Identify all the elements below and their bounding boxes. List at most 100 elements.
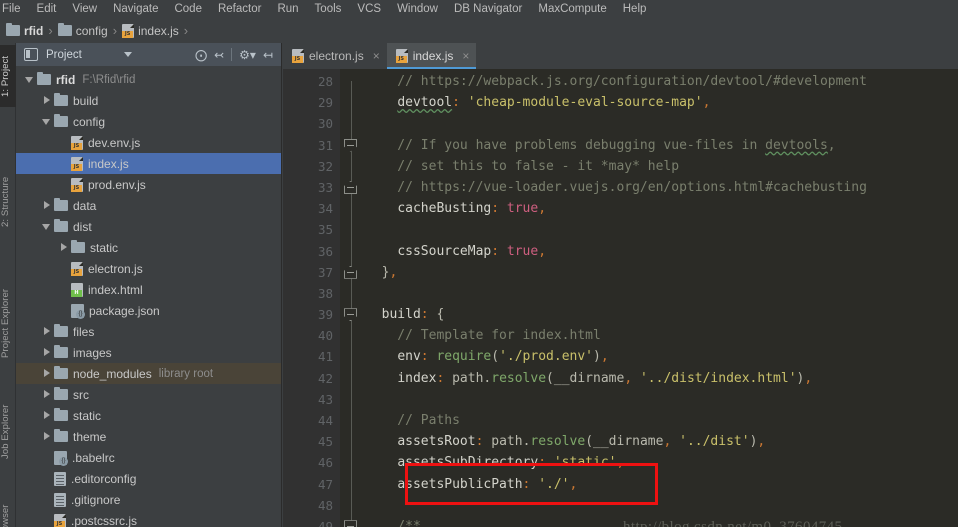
- code-token: cacheBusting: [397, 201, 492, 217]
- tree-node-electron-js[interactable]: electron.js: [16, 258, 281, 279]
- chevron-right-icon[interactable]: [41, 410, 52, 421]
- hide-icon[interactable]: ↤: [263, 49, 273, 61]
- code-line: assetsPublicPath: './',: [362, 474, 958, 495]
- chevron-right-icon[interactable]: [41, 326, 52, 337]
- chevron-down-icon[interactable]: [41, 221, 52, 232]
- tool-window-tab-2-structure[interactable]: 2: Structure: [0, 161, 16, 243]
- menu-item-vcs[interactable]: VCS: [349, 0, 389, 18]
- tree-node-dev-env-js[interactable]: dev.env.js: [16, 132, 281, 153]
- menu-item-code[interactable]: Code: [166, 0, 210, 18]
- watermark-text: http://blog.csdn.net/m0_37604745: [623, 519, 843, 527]
- locate-icon[interactable]: ⨀: [195, 49, 207, 61]
- menu-item-view[interactable]: View: [64, 0, 105, 18]
- code-token: (: [585, 434, 594, 450]
- menu-item-help[interactable]: Help: [615, 0, 655, 18]
- code-line: // If you have problems debugging vue-fi…: [362, 135, 958, 156]
- menu-item-db-navigator[interactable]: DB Navigator: [446, 0, 530, 18]
- menu-item-maxcompute[interactable]: MaxCompute: [530, 0, 614, 18]
- editor-tab-electron-js[interactable]: electron.js ×: [283, 43, 387, 69]
- tree-node-prod-env-js[interactable]: prod.env.js: [16, 174, 281, 195]
- tree-node-label: package.json: [89, 303, 160, 318]
- breadcrumb-item-rfid[interactable]: rfid: [6, 23, 43, 38]
- chevron-down-icon[interactable]: [24, 74, 35, 85]
- code-token: :: [452, 95, 460, 111]
- menu-item-navigate[interactable]: Navigate: [105, 0, 166, 18]
- breadcrumb-item-index-js[interactable]: index.js: [122, 23, 179, 38]
- tree-node-label: .editorconfig: [71, 471, 137, 486]
- tree-node-images[interactable]: images: [16, 342, 281, 363]
- editor-tab-index-js[interactable]: index.js ×: [386, 43, 477, 69]
- menu-bar: File Edit View Navigate Code Refactor Run Tools…: [0, 0, 958, 18]
- chevron-down-icon[interactable]: [123, 52, 132, 57]
- breadcrumb-item-config[interactable]: config: [57, 23, 108, 38]
- fold-marker-down[interactable]: [344, 138, 357, 152]
- tool-window-tab-jb-browser[interactable]: JB Browser: [0, 491, 16, 527]
- tree-node-config[interactable]: config: [16, 111, 281, 132]
- close-icon[interactable]: ×: [462, 49, 469, 63]
- code-token: // https://vue-loader.vuejs.org/en/optio…: [366, 179, 867, 195]
- fold-marker-down[interactable]: [344, 308, 357, 322]
- code-token: '../dist': [679, 434, 750, 450]
- tree-node-index-html[interactable]: index.html: [16, 279, 281, 300]
- tree-node-dist[interactable]: dist: [16, 216, 281, 237]
- tree-node-files[interactable]: files: [16, 321, 281, 342]
- tree-node-editorconfig[interactable]: .editorconfig: [16, 468, 281, 489]
- menu-item-edit[interactable]: Edit: [29, 0, 65, 18]
- tool-window-tab-project-explorer[interactable]: Project Explorer: [0, 275, 16, 371]
- tree-node-label: src: [73, 387, 89, 402]
- fold-marker-up[interactable]: [344, 181, 357, 194]
- chevron-right-icon[interactable]: [41, 347, 52, 358]
- tool-window-tab-1-project[interactable]: 1: Project: [0, 45, 16, 107]
- tool-window-tab-job-explorer[interactable]: Job Explorer: [0, 391, 16, 473]
- settings-icon[interactable]: ⚙▾: [239, 49, 256, 61]
- code-folding-gutter[interactable]: [340, 69, 362, 527]
- tree-node-build[interactable]: build: [16, 90, 281, 111]
- tree-node-rfid[interactable]: rfid F:\Rfid\rfid: [16, 69, 281, 90]
- tree-node-data[interactable]: data: [16, 195, 281, 216]
- tree-node-gitignore[interactable]: .gitignore: [16, 489, 281, 510]
- menu-item-refactor[interactable]: Refactor: [210, 0, 269, 18]
- chevron-right-icon[interactable]: [41, 200, 52, 211]
- menu-item-run[interactable]: Run: [269, 0, 306, 18]
- text-file-icon: [54, 492, 66, 507]
- tree-node-label: index.html: [88, 282, 143, 297]
- tree-node-postcssrc-js[interactable]: .postcssrc.js: [16, 510, 281, 527]
- tree-node-index-js[interactable]: index.js: [16, 153, 281, 174]
- code-token: // https://webpack.js.org/configuration/…: [366, 74, 867, 89]
- tree-node-package-json[interactable]: package.json: [16, 300, 281, 321]
- collapse-all-icon[interactable]: ↢: [214, 49, 224, 61]
- fold-marker-down[interactable]: [344, 520, 357, 527]
- chevron-right-icon[interactable]: [41, 95, 52, 106]
- chevron-right-icon[interactable]: [41, 389, 52, 400]
- code-token: // If you have problems debugging vue-fi…: [366, 137, 766, 153]
- fold-marker-up[interactable]: [344, 265, 357, 279]
- menu-item-window[interactable]: Window: [389, 0, 446, 18]
- tree-node-babelrc[interactable]: .babelrc: [16, 447, 281, 468]
- tree-node-theme[interactable]: theme: [16, 426, 281, 447]
- tree-node-node_modules[interactable]: node_modules library root: [16, 363, 281, 384]
- tree-node-src[interactable]: src: [16, 384, 281, 405]
- code-line: assetsRoot: path.resolve(__dirname, '../…: [362, 431, 958, 452]
- breadcrumb: rfid › config › index.js ›: [0, 18, 958, 43]
- close-icon[interactable]: ×: [373, 49, 380, 63]
- tree-node-static[interactable]: static: [16, 237, 281, 258]
- menu-item-file[interactable]: File: [0, 0, 29, 18]
- chevron-right-icon[interactable]: [41, 368, 52, 379]
- chevron-right-icon[interactable]: [58, 242, 69, 253]
- tree-node-label: rfid: [56, 72, 76, 87]
- tree-node-label: static: [90, 240, 119, 255]
- folder-icon: [37, 72, 51, 85]
- tree-node-static[interactable]: static: [16, 405, 281, 426]
- chevron-down-icon[interactable]: [41, 116, 52, 127]
- code-view[interactable]: 28 29 30 31 32 33 34 35 36 37 38 39 40 41 42 43 44 45 46 47…: [283, 69, 958, 527]
- menu-item-tools[interactable]: Tools: [307, 0, 350, 18]
- breadcrumb-label: index.js: [138, 23, 179, 38]
- code-token: assetsRoot: [397, 434, 476, 450]
- project-panel-title: Project: [46, 48, 82, 61]
- code-text[interactable]: // https://webpack.js.org/configuration/…: [362, 69, 958, 527]
- chevron-right-icon[interactable]: [41, 431, 52, 442]
